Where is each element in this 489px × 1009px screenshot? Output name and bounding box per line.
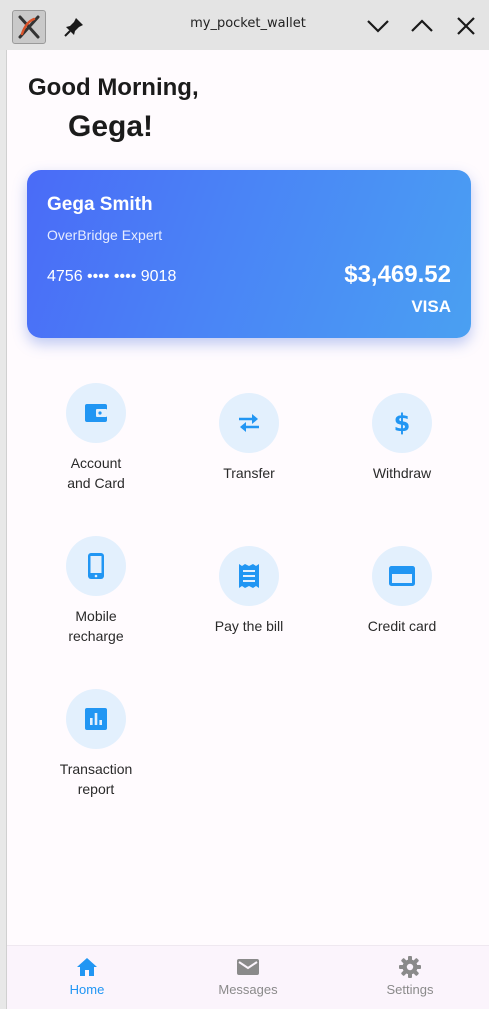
action-label: Transfer [223, 465, 275, 481]
card-holder-name: Gega Smith [47, 194, 153, 215]
bank-card[interactable]: Gega Smith OverBridge Expert 4756 •••• •… [27, 170, 471, 338]
bar-chart-icon [66, 689, 126, 749]
smartphone-icon [66, 536, 126, 596]
user-name-heading: Gega! [68, 110, 154, 143]
action-label: Account and Card [67, 455, 125, 491]
action-transaction-report[interactable]: Transaction report [36, 689, 156, 799]
minimize-button[interactable] [363, 12, 393, 40]
action-label: Transaction report [59, 761, 133, 797]
action-account-and-card[interactable]: Account and Card [36, 383, 156, 493]
greeting-text: Good Morning, [28, 74, 199, 101]
action-withdraw[interactable]: $ Withdraw [342, 393, 462, 483]
close-button[interactable] [451, 12, 481, 40]
nav-item-messages[interactable]: Messages [188, 954, 308, 997]
app-logo-icon[interactable] [12, 10, 46, 44]
pin-icon[interactable] [60, 13, 88, 41]
bottom-navigation: Home Messages Settings [7, 945, 489, 1009]
action-label: Withdraw [372, 465, 432, 481]
app-content: Good Morning, Gega! Gega Smith OverBridg… [6, 50, 489, 1009]
action-label: Pay the bill [214, 618, 284, 634]
nav-item-settings[interactable]: Settings [350, 954, 470, 997]
home-icon [27, 954, 147, 980]
action-pay-the-bill[interactable]: Pay the bill [189, 546, 309, 636]
card-balance: $3,469.52 [344, 261, 451, 288]
gear-icon [350, 954, 470, 980]
close-icon [457, 17, 475, 35]
card-brand: VISA [411, 297, 451, 316]
nav-label-settings: Settings [386, 982, 434, 997]
card-holder-role: OverBridge Expert [47, 227, 163, 243]
action-label: Credit card [367, 618, 437, 634]
nav-label-messages: Messages [218, 982, 278, 997]
swap-arrows-icon [219, 393, 279, 453]
receipt-icon [219, 546, 279, 606]
maximize-button[interactable] [407, 12, 437, 40]
window-title: my_pocket_wallet [190, 16, 306, 31]
chevron-up-icon [411, 19, 433, 32]
action-transfer[interactable]: Transfer [189, 393, 309, 483]
action-label: Mobile recharge [68, 608, 124, 644]
app-window: my_pocket_wallet Good Morning, Gega! Geg… [0, 0, 489, 1009]
title-bar: my_pocket_wallet [0, 0, 489, 50]
wallet-icon [66, 383, 126, 443]
nav-label-home: Home [69, 982, 105, 997]
mail-icon [188, 954, 308, 980]
action-credit-card[interactable]: Credit card [342, 546, 462, 636]
credit-card-icon [372, 546, 432, 606]
card-number: 4756 •••• •••• 9018 [47, 268, 177, 285]
action-mobile-recharge[interactable]: Mobile recharge [36, 536, 156, 646]
dollar-icon: $ [372, 393, 432, 453]
nav-item-home[interactable]: Home [27, 954, 147, 997]
chevron-down-icon [367, 20, 389, 33]
